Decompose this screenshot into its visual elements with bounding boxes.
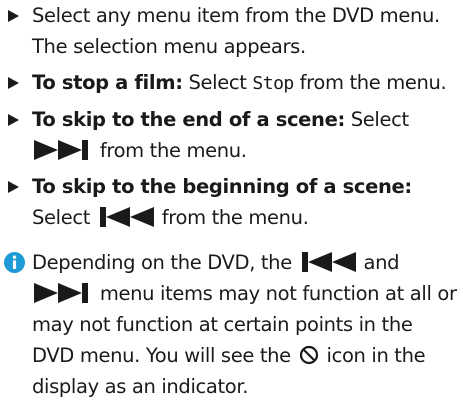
bullet-triangle-icon <box>8 114 19 126</box>
step-lead: To stop a film: <box>32 71 183 94</box>
step-post: from the menu. <box>293 71 447 94</box>
step-post: from the menu. <box>155 206 309 229</box>
step-skip-end: To skip to the end of a scene: Select fr… <box>4 104 459 166</box>
prohibited-icon <box>299 345 318 365</box>
step-pre: Select <box>344 108 409 131</box>
bullet-triangle-icon <box>8 10 19 22</box>
skip-back-icon <box>99 207 154 227</box>
info-note: Depending on the DVD, the and menu items… <box>4 247 459 402</box>
step-stop-film: To stop a film: Select Stop from the men… <box>4 67 459 99</box>
step-text: Select any menu item from the DVD menu. … <box>32 4 440 58</box>
manual-page: Select any menu item from the DVD menu. … <box>0 0 463 401</box>
step-pre: Select <box>32 206 96 229</box>
info-icon <box>4 252 25 273</box>
bullet-triangle-icon <box>8 181 19 193</box>
note-text-2: and <box>357 251 400 274</box>
step-skip-beginning: To skip to the beginning of a scene: Sel… <box>4 171 459 233</box>
skip-forward-icon <box>34 283 88 303</box>
skip-back-icon <box>301 252 356 272</box>
skip-forward-icon <box>34 140 88 160</box>
stop-menu-label: Stop <box>252 73 294 94</box>
note-text-1: Depending on the DVD, the <box>32 251 298 274</box>
step-post: from the menu. <box>94 139 247 162</box>
step-lead: To skip to the end of a scene: <box>32 108 345 131</box>
bullet-triangle-icon <box>8 77 19 89</box>
step-select-menu-item: Select any menu item from the DVD menu. … <box>4 0 459 62</box>
step-pre: Select <box>182 71 253 94</box>
step-lead: To skip to the beginning of a scene: <box>32 175 412 198</box>
